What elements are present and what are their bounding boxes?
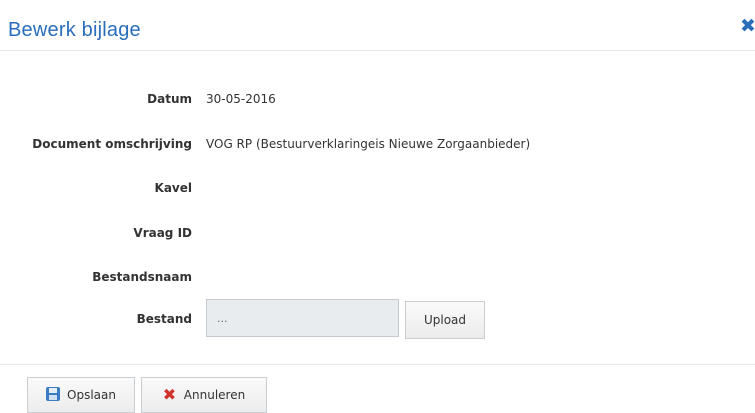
bestand-label: Bestand	[136, 312, 192, 326]
floppy-disk-icon	[46, 387, 62, 403]
file-path-field[interactable]: ...	[206, 299, 399, 337]
row-bestandsnaam: Bestandsnaam	[0, 266, 755, 288]
upload-button-label: Upload	[423, 313, 467, 327]
close-icon[interactable]: ✖	[740, 14, 755, 38]
save-button-label: Opslaan	[67, 388, 116, 402]
vraag-id-label: Vraag ID	[133, 226, 192, 240]
omschrijving-value: VOG RP (Bestuurverklaringeis Nieuwe Zorg…	[206, 137, 531, 151]
datum-label: Datum	[147, 92, 192, 106]
dialog-title: Bewerk bijlage	[8, 19, 141, 41]
row-omschrijving: Document omschrijving VOG RP (Bestuurver…	[0, 133, 755, 155]
save-button[interactable]: Opslaan	[27, 377, 135, 413]
datum-value: 30-05-2016	[206, 92, 276, 106]
red-x-icon: ✖	[162, 385, 177, 404]
omschrijving-label: Document omschrijving	[32, 137, 192, 151]
kavel-label: Kavel	[154, 181, 192, 195]
cancel-button[interactable]: ✖ Annuleren	[141, 377, 267, 413]
footer-divider	[0, 364, 755, 365]
header-divider	[0, 50, 755, 51]
row-datum: Datum 30-05-2016	[0, 88, 755, 110]
bestandsnaam-label: Bestandsnaam	[92, 270, 192, 284]
row-vraag-id: Vraag ID	[0, 222, 755, 244]
edit-attachment-dialog: Bewerk bijlage ✖ Datum 30-05-2016 Docume…	[0, 0, 755, 413]
row-kavel: Kavel	[0, 177, 755, 199]
upload-button[interactable]: Upload	[405, 301, 485, 339]
cancel-button-label: Annuleren	[183, 388, 246, 402]
